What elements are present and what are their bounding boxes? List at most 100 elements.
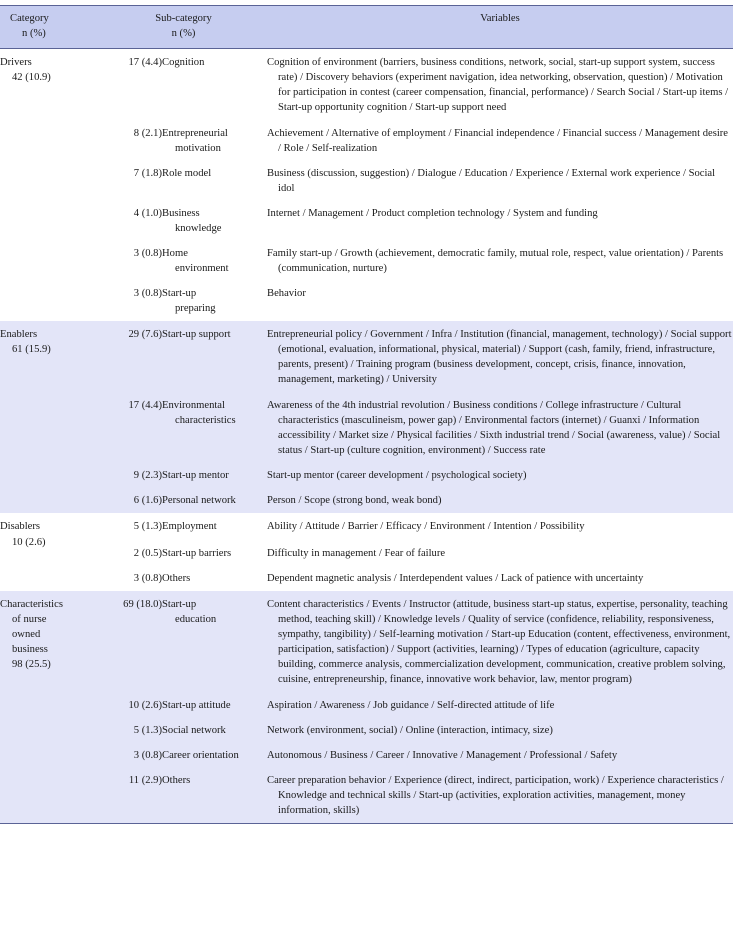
- subcategory-count-cell: 5 (1.3): [100, 513, 162, 541]
- column-header-subcategory-label: Sub-category: [155, 13, 212, 24]
- variables-cell: Business (discussion, suggestion) / Dial…: [267, 160, 733, 201]
- subcategory-cell: Others: [162, 767, 268, 823]
- subcategory-count-cell: 6 (1.6): [100, 488, 162, 514]
- variables-text: Family start-up / Growth (achievement, d…: [267, 248, 724, 275]
- subcategory-label-line: Role model: [162, 167, 212, 179]
- subcategory-label-line: Entrepreneurial: [162, 127, 228, 139]
- subcategory-label-line: characteristics: [175, 415, 236, 427]
- column-header-subcategory-sublabel: n (%): [171, 28, 196, 40]
- table-row: 6 (1.6) Personal network Person / Scope (s…: [0, 488, 733, 514]
- subcategory-cell: Personal network: [162, 488, 268, 514]
- table-page: Category n (%) Sub-category n (%) Variab…: [0, 0, 733, 946]
- variables-text: Autonomous / Business / Career / Innovat…: [267, 749, 618, 761]
- subcategory-cell: Home environment: [162, 241, 268, 282]
- variables-cell: Entrepreneurial policy / Government / In…: [267, 321, 733, 394]
- table-row: 8 (2.1) Entrepreneurial motivation Achievem…: [0, 120, 733, 161]
- cut-off-caption-sliver: [0, 0, 733, 5]
- category-label-line: business: [12, 643, 48, 655]
- variables-text: Network (environment, social) / Online (…: [267, 724, 553, 736]
- column-header-subcategory: Sub-category n (%): [100, 6, 268, 49]
- variables-text: Ability / Attitude / Barrier / Efficacy …: [267, 521, 585, 533]
- variables-cell: Aspiration / Awareness / Job guidance / …: [267, 692, 733, 718]
- table-header: Category n (%) Sub-category n (%) Variab…: [0, 6, 733, 49]
- subcategory-label-line: Others: [162, 572, 191, 584]
- variables-text: Dependent magnetic analysis / Interdepen…: [267, 572, 644, 584]
- variables-cell: Difficulty in management / Fear of failu…: [267, 540, 733, 566]
- category-label-line: owned: [12, 628, 41, 640]
- subcategory-count-cell: 3 (0.8): [100, 281, 162, 322]
- subcategory-label-line: environment: [175, 263, 229, 275]
- subcategory-label-line: Home: [162, 248, 188, 260]
- subcategory-label-line: Start-up support: [162, 329, 231, 341]
- table-row: Enablers 61 (15.9) 29 (7.6) Start-up suppor…: [0, 321, 733, 514]
- subcategory-cell: Start-up education: [162, 590, 268, 693]
- subcategory-label-line: motivation: [175, 142, 221, 154]
- table-bottom-rule: [0, 822, 733, 824]
- categories-table: Category n (%) Sub-category n (%) Variab…: [0, 6, 733, 823]
- subcategory-label-line: Career orientation: [162, 749, 239, 761]
- subcategory-cell: Cognition: [162, 48, 268, 121]
- category-cell: Drivers 42 (10.9): [0, 48, 100, 322]
- subcategory-cell: Social network: [162, 717, 268, 743]
- variables-cell: Autonomous / Business / Career / Innovat…: [267, 742, 733, 768]
- subcategory-count-cell: 3 (0.8): [100, 742, 162, 768]
- category-label-line: of nurse: [12, 613, 47, 625]
- table-row: 4 (1.0) Business knowledge Internet / Manag…: [0, 200, 733, 242]
- variables-text: Aspiration / Awareness / Job guidance / …: [267, 699, 555, 711]
- category-group-drivers: Drivers 42 (10.9) 17 (4.4) Cognition Cogniti…: [0, 48, 733, 322]
- table-row: 3 (0.8) Others Dependent magnetic analysis…: [0, 565, 733, 591]
- subcategory-label-line: Business: [162, 207, 200, 219]
- category-label-line: 42 (10.9): [12, 71, 51, 83]
- variables-text: Behavior: [267, 288, 306, 300]
- subcategory-cell: Employment: [162, 513, 268, 541]
- variables-text: Person / Scope (strong bond, weak bond): [267, 495, 442, 507]
- variables-cell: Career preparation behavior / Experience…: [267, 767, 733, 823]
- table-row: Drivers 42 (10.9) 17 (4.4) Cognition Cogniti…: [0, 48, 733, 322]
- table-row: 17 (4.4) Environmental characteristics Awar…: [0, 393, 733, 464]
- subcategory-cell: Start-up mentor: [162, 463, 268, 489]
- subcategory-count-cell: 29 (7.6): [100, 321, 162, 394]
- subcategory-cell: Start-up support: [162, 321, 268, 394]
- subcategory-cell: Career orientation: [162, 742, 268, 768]
- subcategory-cell: Entrepreneurial motivation: [162, 120, 268, 161]
- subcategory-label-line: knowledge: [175, 223, 222, 234]
- column-header-variables: Variables: [267, 6, 733, 49]
- subcategory-label-line: Social network: [162, 724, 226, 736]
- subcategory-count-cell: 8 (2.1): [100, 120, 162, 161]
- subcategory-count-cell: 3 (0.8): [100, 565, 162, 591]
- table-row: 2 (0.5) Start-up barriers Difficulty in ma…: [0, 540, 733, 566]
- variables-cell: Dependent magnetic analysis / Interdepen…: [267, 565, 733, 591]
- column-header-category-sublabel: n (%): [22, 28, 46, 40]
- column-header-category: Category n (%): [0, 6, 100, 49]
- subcategory-count-cell: 5 (1.3): [100, 717, 162, 743]
- variables-text: Start-up mentor (career development / ps…: [267, 470, 527, 482]
- category-label-line: Drivers: [0, 56, 32, 68]
- variables-text: Cognition of environment (barriers, busi…: [267, 56, 729, 113]
- variables-cell: Start-up mentor (career development / ps…: [267, 463, 733, 489]
- category-label-line: Characteristics: [0, 598, 63, 610]
- subcategory-count-cell: 11 (2.9): [100, 767, 162, 823]
- category-label-line: Enablers: [0, 329, 38, 341]
- column-header-variables-label: Variables: [480, 13, 520, 24]
- variables-cell: Achievement / Alternative of employment …: [267, 120, 733, 161]
- category-cell: Disablers 10 (2.6): [0, 513, 100, 591]
- variables-text: Career preparation behavior / Experience…: [267, 774, 724, 816]
- category-label-line: 61 (15.9): [12, 344, 51, 356]
- subcategory-label-line: Personal network: [162, 495, 236, 507]
- table-row: 3 (0.8) Start-up preparing Behavior: [0, 281, 733, 322]
- variables-cell: Awareness of the 4th industrial revoluti…: [267, 393, 733, 464]
- subcategory-cell: Start-up attitude: [162, 692, 268, 718]
- variables-cell: Cognition of environment (barriers, busi…: [267, 48, 733, 121]
- variables-text: Content characteristics / Events / Instr…: [267, 598, 731, 685]
- subcategory-count-cell: 17 (4.4): [100, 48, 162, 121]
- variables-text: Entrepreneurial policy / Government / In…: [267, 329, 732, 386]
- subcategory-cell: Role model: [162, 160, 268, 201]
- column-header-category-label: Category: [10, 13, 49, 24]
- subcategory-cell: Business knowledge: [162, 200, 268, 242]
- subcategory-count-cell: 7 (1.8): [100, 160, 162, 201]
- variables-cell: Behavior: [267, 281, 733, 322]
- category-group-disablers: Disablers 10 (2.6) 5 (1.3) Employment Abilit…: [0, 513, 733, 591]
- table-row: 9 (2.3) Start-up mentor Start-up mentor (c…: [0, 463, 733, 489]
- cut-off-caption-text: [118, 0, 121, 3]
- subcategory-label-line: Employment: [162, 521, 217, 533]
